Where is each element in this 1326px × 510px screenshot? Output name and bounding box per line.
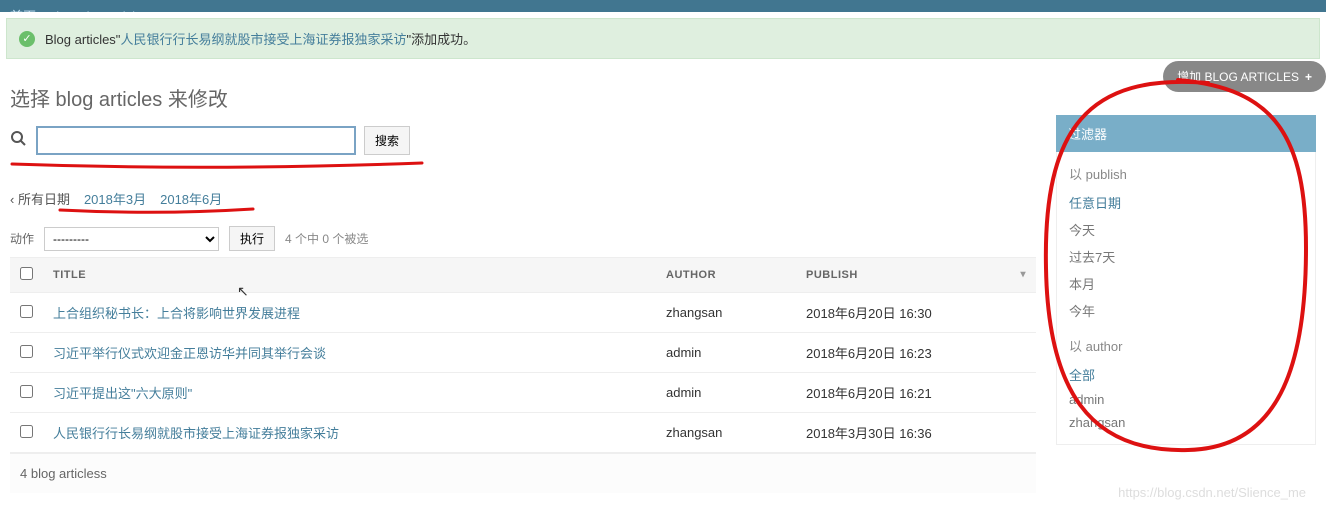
- select-all-checkbox[interactable]: [20, 267, 33, 280]
- article-table: TITLE AUTHOR PUBLISH ▾ 上合组织秘书长：上合将影响世界发展进…: [10, 257, 1036, 453]
- filter-item[interactable]: 本月: [1057, 270, 1315, 297]
- filter-item[interactable]: 全部: [1057, 361, 1315, 388]
- action-select[interactable]: ---------: [44, 227, 219, 251]
- filter-item[interactable]: admin: [1057, 388, 1315, 411]
- filter-group-title: 以 publish: [1057, 152, 1315, 189]
- filter-item[interactable]: 今年: [1057, 297, 1315, 324]
- search-button[interactable]: 搜索: [364, 126, 410, 155]
- filter-item[interactable]: 任意日期: [1057, 189, 1315, 216]
- cursor-icon: ↖: [237, 283, 249, 300]
- article-publish: 2018年6月20日 16:30: [796, 293, 1036, 333]
- table-row: 习近平提出这"六大原则" admin2018年6月20日 16:21: [10, 373, 1036, 413]
- filter-item[interactable]: 今天: [1057, 216, 1315, 243]
- page-title: 选择 blog articles 来修改: [10, 83, 1036, 112]
- table-row: 习近平举行仪式欢迎金正恩访华并同其举行会谈 admin2018年6月20日 16:…: [10, 333, 1036, 373]
- go-button[interactable]: 执行: [229, 226, 275, 251]
- article-author: admin: [656, 373, 796, 413]
- selection-counter: 4 个中 0 个被选: [285, 230, 368, 247]
- search-input[interactable]: [36, 126, 356, 155]
- select-all-header: [10, 258, 43, 293]
- col-publish[interactable]: PUBLISH ▾: [796, 258, 1036, 293]
- article-title-link[interactable]: 人民银行行长易纲就股市接受上海证券报独家采访: [53, 426, 339, 441]
- col-title[interactable]: TITLE: [43, 258, 656, 293]
- add-button-label: 增加 BLOG ARTICLES: [1177, 68, 1299, 85]
- result-count: 4 blog articless: [10, 453, 1036, 493]
- filter-group-title: 以 author: [1057, 324, 1315, 361]
- article-publish: 2018年6月20日 16:23: [796, 333, 1036, 373]
- plus-icon: +: [1305, 70, 1312, 84]
- col-author[interactable]: AUTHOR: [656, 258, 796, 293]
- success-suffix: "添加成功。: [406, 32, 476, 47]
- table-row: 上合组织秘书长：上合将影响世界发展进程 zhangsan2018年6月20日 16…: [10, 293, 1036, 333]
- row-checkbox[interactable]: [20, 345, 33, 358]
- add-article-button[interactable]: 增加 BLOG ARTICLES +: [1163, 61, 1326, 92]
- article-publish: 2018年3月30日 16:36: [796, 413, 1036, 453]
- article-publish: 2018年6月20日 16:21: [796, 373, 1036, 413]
- search-bar: 搜索: [10, 126, 1036, 155]
- date-back-link[interactable]: ‹ 所有日期: [10, 189, 70, 208]
- row-checkbox[interactable]: [20, 425, 33, 438]
- breadcrumb: 首页 › Blu › Blog articless: [0, 0, 1326, 12]
- checkmark-icon: ✓: [19, 31, 35, 47]
- sort-indicator-icon: ▾: [1020, 269, 1026, 280]
- article-title-link[interactable]: 上合组织秘书长：上合将影响世界发展进程: [53, 306, 300, 321]
- article-author: zhangsan: [656, 413, 796, 453]
- success-message: ✓ Blog articles"人民银行行长易纲就股市接受上海证券报独家采访"添…: [6, 18, 1320, 59]
- success-object-link[interactable]: 人民银行行长易纲就股市接受上海证券报独家采访: [120, 32, 406, 47]
- action-bar: 动作 --------- 执行 4 个中 0 个被选: [10, 226, 1036, 251]
- action-label: 动作: [10, 230, 34, 247]
- date-link-0[interactable]: 2018年3月: [84, 189, 146, 208]
- filter-item[interactable]: zhangsan: [1057, 411, 1315, 434]
- article-title-link[interactable]: 习近平提出这"六大原则": [53, 386, 192, 401]
- row-checkbox[interactable]: [20, 385, 33, 398]
- success-prefix: Blog articles": [45, 32, 120, 47]
- article-author: admin: [656, 333, 796, 373]
- col-publish-label: PUBLISH: [806, 269, 858, 281]
- filter-header: 过滤器: [1056, 115, 1316, 152]
- date-link-1[interactable]: 2018年6月: [160, 189, 222, 208]
- watermark: https://blog.csdn.net/Slience_me: [1118, 485, 1306, 500]
- filter-panel: 过滤器 以 publish任意日期今天过去7天本月今年以 author全部adm…: [1056, 115, 1316, 445]
- table-row: 人民银行行长易纲就股市接受上海证券报独家采访 zhangsan2018年3月30日…: [10, 413, 1036, 453]
- article-author: zhangsan: [656, 293, 796, 333]
- breadcrumb-text: 首页 › Blu › Blog articless: [10, 9, 155, 12]
- filter-item[interactable]: 过去7天: [1057, 243, 1315, 270]
- search-icon: [10, 130, 26, 151]
- annotation-underline-search: [10, 159, 1036, 171]
- article-title-link[interactable]: 习近平举行仪式欢迎金正恩访华并同其举行会谈: [53, 346, 326, 361]
- row-checkbox[interactable]: [20, 305, 33, 318]
